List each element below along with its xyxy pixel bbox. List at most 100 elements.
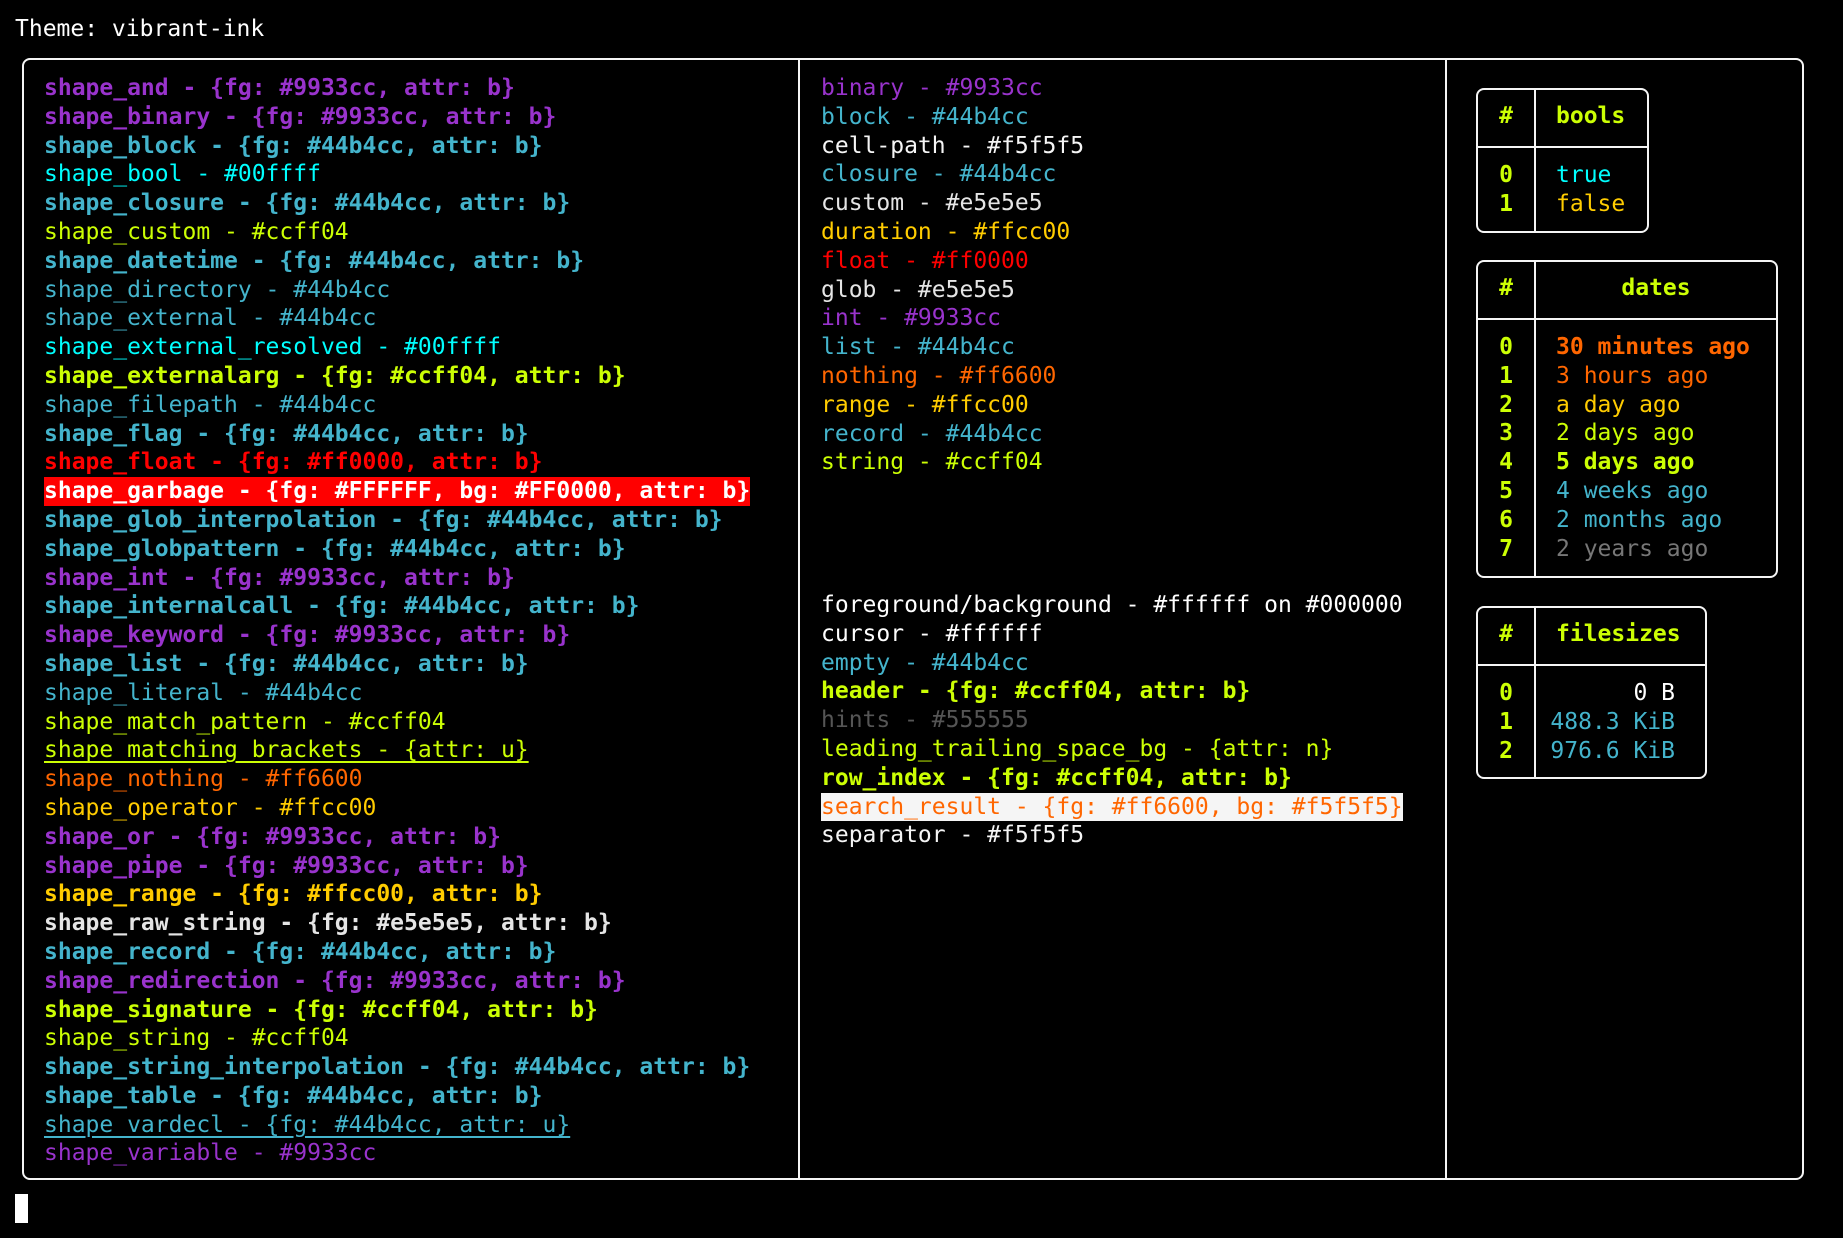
style-entry: row_index - {fg: #ccff04, attr: b} — [821, 764, 1403, 793]
style-entry: int - #9933cc — [821, 304, 1084, 333]
style-entry: shape_raw_string - {fg: #e5e5e5, attr: b… — [44, 909, 750, 938]
style-entry: shape_string_interpolation - {fg: #44b4c… — [44, 1053, 750, 1082]
shape-styles-list: shape_and - {fg: #9933cc, attr: b} shape_… — [44, 74, 751, 1168]
row-index: 4 — [1499, 449, 1513, 476]
style-entry-text: closure - #44b4cc — [821, 161, 1057, 188]
row-index: 3 — [1499, 420, 1513, 447]
style-entry-text: binary - #9933cc — [821, 75, 1043, 101]
style-entry: range - #ffcc00 — [821, 391, 1084, 420]
style-entry: shape_externalarg - {fg: #ccff04, attr: … — [44, 362, 750, 391]
style-entry: shape_closure - {fg: #44b4cc, attr: b} — [44, 189, 750, 218]
row-index: 0 — [1499, 162, 1513, 188]
style-entry: list - #44b4cc — [821, 333, 1084, 362]
style-entry-text: shape_nothing - #ff6600 — [44, 766, 363, 793]
style-entry-text: shape_variable - #9933cc — [44, 1140, 377, 1167]
row-index: 2 — [1499, 391, 1513, 418]
style-entry: float - #ff0000 — [821, 247, 1084, 276]
cell-value: 976.6 KiB — [1550, 737, 1675, 764]
style-entry-text: shape_matching_brackets - {attr: u} — [44, 737, 529, 764]
style-entry-text: nothing - #ff6600 — [821, 362, 1057, 389]
style-entry: duration - #ffcc00 — [821, 218, 1084, 247]
style-entry-text: shape_binary - {fg: #9933cc, attr: b} — [44, 103, 557, 130]
style-entry: foreground/background - #ffffff on #0000… — [821, 591, 1403, 620]
style-entry-text: shape_string - #ccff04 — [44, 1025, 349, 1052]
style-entry-text: shape_literal - #44b4cc — [44, 679, 363, 706]
style-entry-text: leading_trailing_space_bg - {attr: n} — [821, 735, 1334, 762]
style-entry: shape_globpattern - {fg: #44b4cc, attr: … — [44, 535, 750, 564]
style-entry-text: shape_custom - #ccff04 — [44, 218, 349, 245]
style-entry-text: custom - #e5e5e5 — [821, 190, 1043, 217]
style-entry: record - #44b4cc — [821, 420, 1084, 449]
style-entry: shape_keyword - {fg: #9933cc, attr: b} — [44, 621, 750, 650]
style-entry: shape_or - {fg: #9933cc, attr: b} — [44, 823, 750, 852]
style-entry-text: block - #44b4cc — [821, 103, 1029, 130]
style-entry: separator - #f5f5f5 — [821, 821, 1403, 850]
style-entry: cursor - #ffffff — [821, 620, 1403, 649]
column-divider — [1445, 58, 1447, 1180]
column-header: dates — [1621, 275, 1691, 301]
style-entry: shape_literal - #44b4cc — [44, 679, 750, 708]
style-entry: shape_record - {fg: #44b4cc, attr: b} — [44, 938, 750, 967]
style-entry-text: shape_signature - {fg: #ccff04, attr: b} — [44, 996, 598, 1023]
style-entry-text: record - #44b4cc — [821, 420, 1043, 447]
style-entry-text: shape_glob_interpolation - {fg: #44b4cc,… — [44, 506, 723, 533]
style-entry: shape_external_resolved - #00ffff — [44, 333, 750, 362]
style-entry: shape_flag - {fg: #44b4cc, attr: b} — [44, 420, 750, 449]
style-entry: shape_pipe - {fg: #9933cc, attr: b} — [44, 852, 750, 881]
table-header-divider — [1478, 146, 1647, 148]
style-entry-text: shape_datetime - {fg: #44b4cc, attr: b} — [44, 247, 585, 274]
type-colors-list: binary - #9933cc block - #44b4cc cell-path… — [821, 74, 1084, 477]
cell-value: 5 days ago — [1556, 449, 1695, 476]
terminal-cursor — [15, 1194, 28, 1223]
style-entry-text: separator - #f5f5f5 — [821, 822, 1085, 849]
index-header: # — [1499, 275, 1513, 301]
style-entry: cell-path - #f5f5f5 — [821, 132, 1084, 161]
style-entry: shape_range - {fg: #ffcc00, attr: b} — [44, 880, 750, 909]
style-entry-text: empty - #44b4cc — [821, 649, 1029, 676]
style-entry: shape_block - {fg: #44b4cc, attr: b} — [44, 132, 750, 161]
cell-value: 0 B — [1633, 680, 1675, 706]
style-entry-text: shape_raw_string - {fg: #e5e5e5, attr: b… — [44, 910, 612, 937]
style-entry-text: shape_external_resolved - #00ffff — [44, 334, 501, 361]
row-index: 0 — [1499, 334, 1513, 360]
style-entry-text: shape_vardecl - {fg: #44b4cc, attr: u} — [44, 1111, 571, 1138]
style-entry-text: shape_record - {fg: #44b4cc, attr: b} — [44, 938, 557, 965]
cell-value: false — [1556, 190, 1626, 217]
style-entry-text: shape_externalarg - {fg: #ccff04, attr: … — [44, 362, 626, 389]
dates-table: # dates 0 30 minutes ago 1 3 hours ago 2 a da… — [1476, 260, 1778, 578]
cell-value: 30 minutes ago — [1556, 334, 1750, 360]
style-entry: shape_variable - #9933cc — [44, 1139, 750, 1168]
style-entry-text: shape_table - {fg: #44b4cc, attr: b} — [44, 1082, 543, 1109]
theme-title: Theme: vibrant-ink — [15, 16, 265, 42]
style-entry: leading_trailing_space_bg - {attr: n} — [821, 735, 1403, 764]
style-entry-text: shape_operator - #ffcc00 — [44, 794, 377, 821]
style-entry: shape_nothing - #ff6600 — [44, 765, 750, 794]
style-entry-text: cell-path - #f5f5f5 — [821, 132, 1085, 159]
row-index: 2 — [1499, 737, 1513, 764]
style-entry-text: int - #9933cc — [821, 305, 1002, 332]
table-header-divider — [1478, 664, 1705, 666]
style-entry-text: shape_internalcall - {fg: #44b4cc, attr:… — [44, 593, 640, 620]
style-entry: shape_bool - #00ffff — [44, 160, 750, 189]
style-entry-text: shape_int - {fg: #9933cc, attr: b} — [44, 564, 515, 591]
style-entry: search_result - {fg: #ff6600, bg: #f5f5f… — [821, 792, 1403, 822]
style-entry-text: list - #44b4cc — [821, 334, 1015, 361]
style-entry-text: shape_block - {fg: #44b4cc, attr: b} — [44, 132, 543, 159]
style-entry-text: shape_float - {fg: #ff0000, attr: b} — [44, 449, 543, 476]
style-entry: shape_list - {fg: #44b4cc, attr: b} — [44, 650, 750, 679]
style-entry: shape_signature - {fg: #ccff04, attr: b} — [44, 996, 750, 1025]
style-entry: shape_vardecl - {fg: #44b4cc, attr: u} — [44, 1111, 750, 1140]
style-entry-text: shape_match_pattern - #ccff04 — [44, 708, 446, 735]
style-entry: shape_filepath - #44b4cc — [44, 391, 750, 420]
bools-table: # bools 0 true 1 false — [1476, 88, 1649, 233]
row-index: 5 — [1499, 478, 1513, 504]
style-entry: shape_string - #ccff04 — [44, 1024, 750, 1053]
style-entry: block - #44b4cc — [821, 103, 1084, 132]
style-entry: shape_directory - #44b4cc — [44, 276, 750, 305]
table-column-divider — [1534, 608, 1536, 777]
style-entry: string - #ccff04 — [821, 448, 1084, 477]
row-index: 6 — [1499, 506, 1513, 533]
style-entry: shape_external - #44b4cc — [44, 304, 750, 333]
style-entry-text: float - #ff0000 — [821, 247, 1029, 274]
style-entry-text: shape_directory - #44b4cc — [44, 276, 391, 303]
